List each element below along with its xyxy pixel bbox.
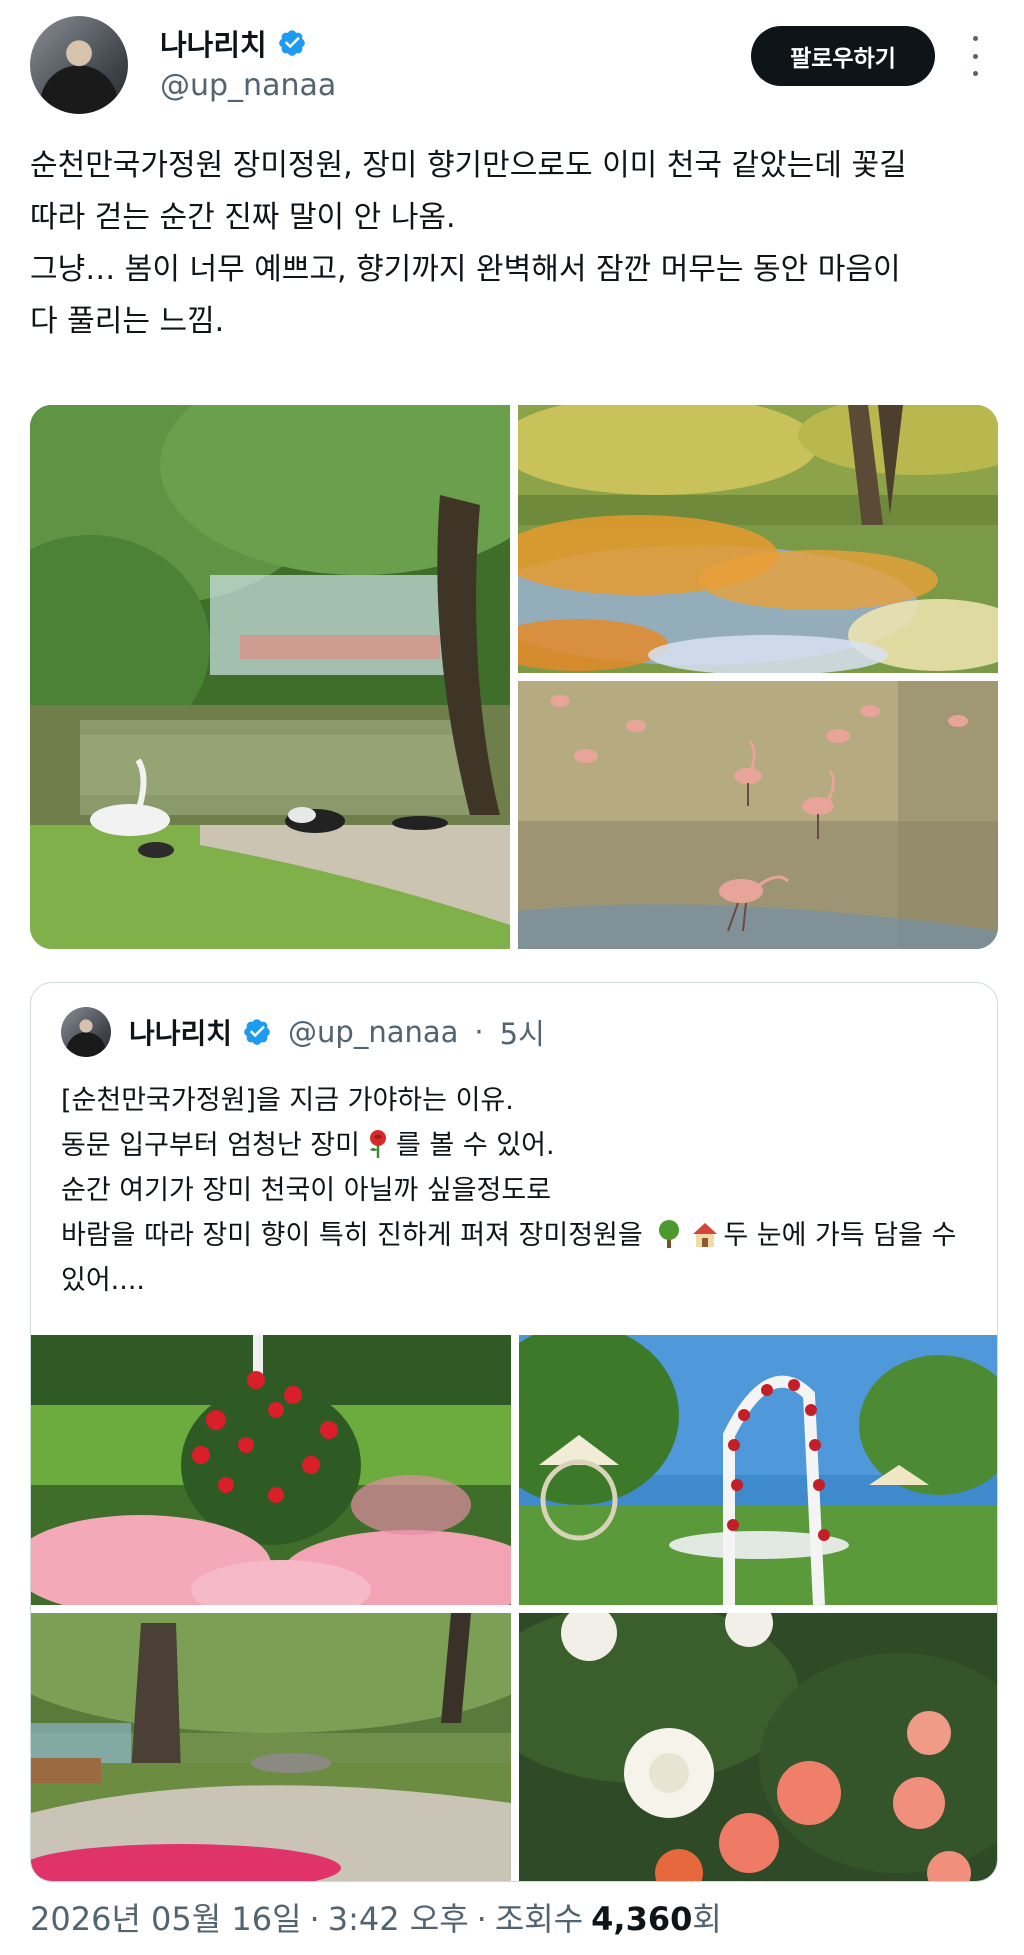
quoted-text-segment: 를 볼 수 있어. [396, 1130, 555, 1161]
author-name[interactable]: 나나리치 [160, 22, 267, 64]
tweet-line: 순천만국가정원 장미정원, 장미 향기만으로도 이미 천국 같았는데 꽃길 [30, 148, 907, 183]
tweet-meta: 2026년 05월 16일 · 3:42 오후 · 조회수 4,360회 [30, 1894, 722, 1940]
quoted-line: 순간 여기가 장미 천국이 아닐까 싶을정도로 [61, 1175, 552, 1206]
meta-separator: · [309, 1900, 320, 1938]
verified-badge-icon [244, 1019, 270, 1045]
photo-pond-ducks[interactable] [30, 405, 510, 949]
verified-badge-icon [278, 30, 305, 56]
views-count: 4,360 [591, 1900, 693, 1938]
quoted-separator: · [474, 1015, 484, 1049]
photo-white-coral-roses[interactable] [519, 1613, 997, 1881]
quoted-time[interactable]: 5시 [500, 1011, 545, 1053]
quoted-line: 있어.... [61, 1265, 146, 1296]
author-avatar[interactable] [30, 16, 128, 114]
house-emoji-icon [693, 1223, 718, 1247]
views-unit: 회 [692, 1900, 722, 1938]
author-name-row: 나나리치 [160, 22, 307, 64]
tweet-header: 나나리치 @up_nanaa 팔로우하기 [0, 0, 1024, 120]
quoted-author-handle[interactable]: @up_nanaa [288, 1015, 458, 1049]
meta-separator: · [476, 1900, 487, 1938]
quoted-line: 바람을 따라 장미 향이 특히 진하게 퍼져 장미정원을 두 눈에 가득 담을 … [61, 1213, 981, 1258]
quoted-author-avatar[interactable] [61, 1007, 111, 1057]
tweet-date[interactable]: 2026년 05월 16일 [30, 1894, 302, 1940]
quoted-line: 동문 입구부터 엄청난 장미 를 볼 수 있어. [61, 1123, 981, 1168]
quoted-media-grid [31, 1335, 997, 1881]
quoted-line: [순천만국가정원]을 지금 가야하는 이유. [61, 1085, 514, 1116]
tweet-time[interactable]: 3:42 오후 [328, 1894, 469, 1940]
tree-emoji-icon [659, 1220, 680, 1248]
rose-emoji-icon [370, 1130, 386, 1158]
tweet-line: 따라 걷는 순간 진짜 말이 안 나옴. [30, 200, 456, 235]
quoted-author-name[interactable]: 나나리치 [129, 1012, 232, 1052]
follow-button[interactable]: 팔로우하기 [751, 26, 935, 86]
quoted-tweet-text: [순천만국가정원]을 지금 가야하는 이유. 동문 입구부터 엄청난 장미 를 … [61, 1078, 981, 1303]
views-label: 조회수 [494, 1900, 584, 1938]
quoted-text-segment: 바람을 따라 장미 향이 특히 진하게 퍼져 장미정원을 [61, 1220, 643, 1251]
quoted-tweet-header: 나나리치 @up_nanaa · 5시 [61, 1007, 545, 1057]
quoted-text-segment: 동문 입구부터 엄청난 장미 [61, 1130, 360, 1161]
tweet-line: 그냥… 봄이 너무 예쁘고, 향기까지 완벽해서 잠깐 머무는 동안 마음이 [30, 252, 901, 287]
tweet-text: 순천만국가정원 장미정원, 장미 향기만으로도 이미 천국 같았는데 꽃길 따라… [30, 140, 1000, 348]
photo-red-pink-roses[interactable] [31, 1335, 511, 1605]
photo-willow-path[interactable] [31, 1613, 511, 1881]
quoted-text-segment: 두 눈에 가득 담을 수 [723, 1220, 957, 1251]
photo-flamingos[interactable] [518, 681, 998, 949]
tweet-line: 다 풀리는 느낌. [30, 304, 225, 339]
author-handle[interactable]: @up_nanaa [160, 68, 336, 103]
tweet-media-grid [30, 405, 998, 949]
photo-wildflowers[interactable] [518, 405, 998, 673]
more-vertical-icon[interactable] [960, 36, 990, 76]
photo-rose-arch[interactable] [519, 1335, 997, 1605]
quoted-tweet-card[interactable]: 나나리치 @up_nanaa · 5시 [순천만국가정원]을 지금 가야하는 이… [30, 982, 998, 1882]
